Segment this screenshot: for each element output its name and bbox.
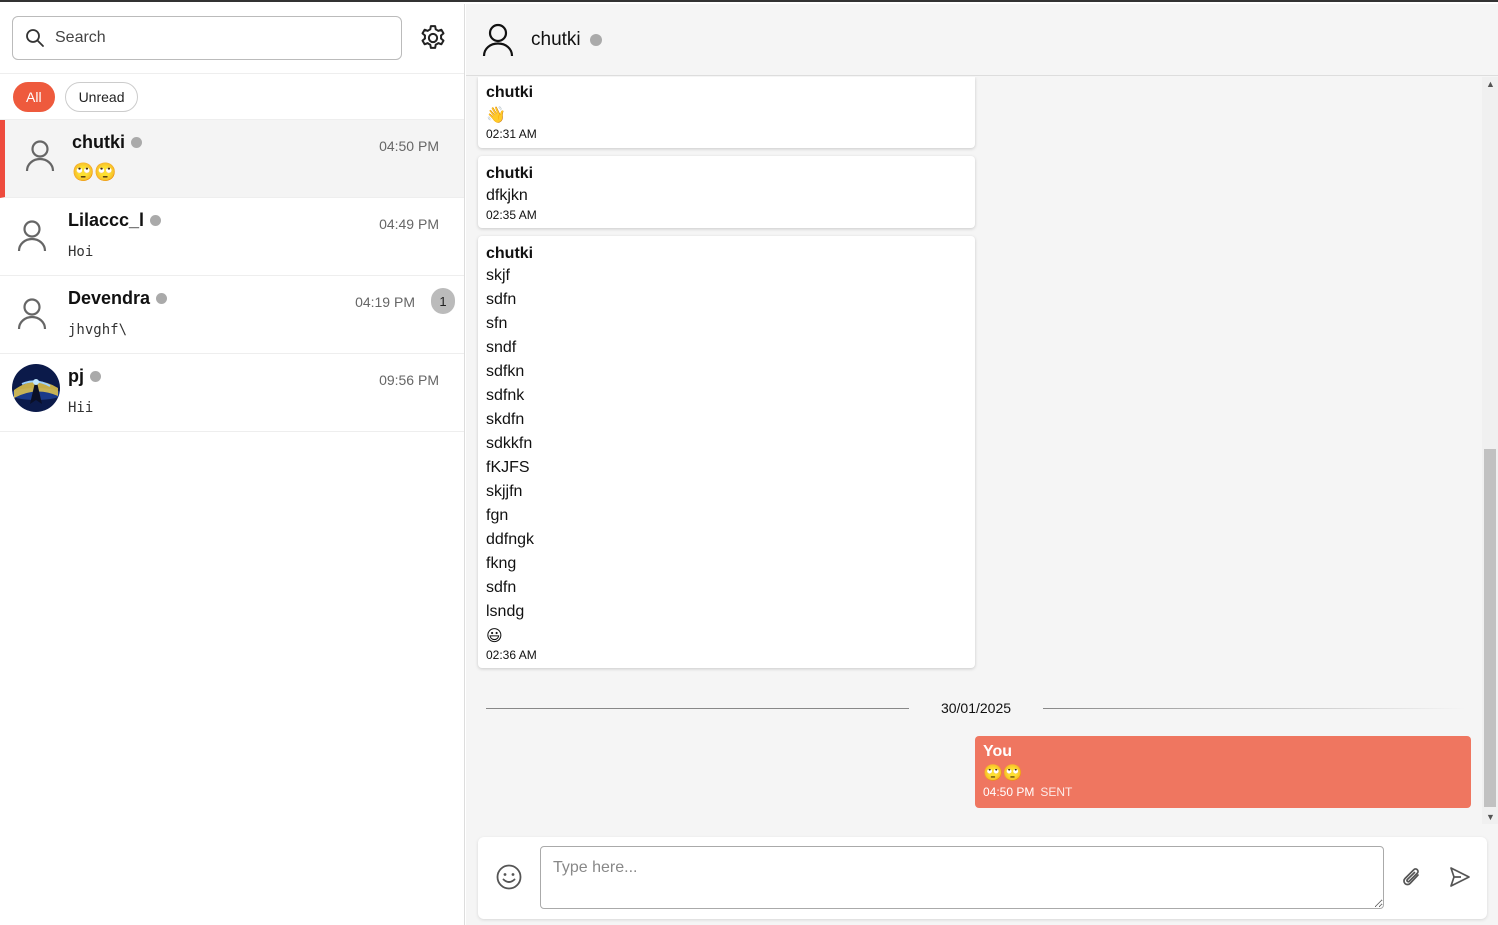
divider [486,707,909,709]
date-separator: 30/01/2025 [486,698,1467,718]
message-bubble: chutki 👋 02:31 AM [478,77,975,148]
conversation-name: chutki [72,132,143,153]
message-time: 02:31 AM [486,127,537,141]
sidebar: All Unread chutki 04:50 PM 🙄🙄 Lilaccc_l … [0,4,465,925]
conversation-name-text: chutki [72,132,126,152]
message-text: sndf [486,339,517,356]
message-text: 👋 [486,105,506,124]
message-composer [478,837,1487,919]
message-text: fgn [486,507,509,524]
scroll-down-arrow-icon[interactable]: ▼ [1486,812,1495,822]
status-dot [90,371,101,382]
chat-title-text: chutki [531,29,581,50]
message-text: fkng [486,555,517,572]
user-avatar-icon [17,220,47,252]
scrollbar-thumb[interactable] [1484,449,1496,807]
message-meta: 04:50 PM SENT [983,785,1463,799]
conversation-name-text: Devendra [68,288,151,308]
search-row [0,4,464,74]
message-text: fKJFS [486,459,530,476]
conversation-preview: Hoi [68,244,94,260]
conversation-name: Lilaccc_l [68,210,162,231]
status-dot [589,34,602,46]
message-text: sdfnk [486,387,525,404]
send-icon[interactable] [1448,865,1472,889]
message-time: 04:50 PM [983,785,1035,799]
conversation-preview: Hii [68,400,94,416]
conversation-name: pj [68,366,101,387]
conversation-item-devendra[interactable]: Devendra 04:19 PM 1 jhvghf\ [0,276,464,354]
unread-badge: 1 [431,288,455,314]
user-avatar-icon [25,140,55,172]
filter-all-chip[interactable]: All [13,81,55,112]
search-icon [26,29,44,47]
avatar [12,364,60,412]
message-text: sfn [486,315,508,332]
search-input[interactable] [55,29,375,47]
message-sender: chutki [486,165,534,182]
message-sender: You [983,743,1013,760]
message-time: 02:35 AM [486,208,537,222]
conversation-preview: 🙄🙄 [72,162,117,183]
scroll-up-arrow-icon[interactable]: ▲ [1486,79,1495,89]
conversation-preview: jhvghf\ [68,322,128,338]
message-bubble: chutki dfkjkn 02:35 AM [478,156,975,228]
conversation-item-chutki[interactable]: chutki 04:50 PM 🙄🙄 [0,120,464,198]
message-text: 😃 [486,626,503,645]
status-dot [150,215,162,226]
message-text: skjf [486,267,510,284]
message-text: sdfn [486,579,517,596]
status-dot [131,137,143,148]
message-bubble: chutki skjf sdfn sfn sndf sdfkn sdfnk sk… [478,236,975,668]
outgoing-message-bubble: You 🙄🙄 04:50 PM SENT [975,736,1471,808]
message-input[interactable] [540,846,1384,909]
user-avatar-icon [482,23,514,57]
scrollbar[interactable]: ▲ ▼ [1482,77,1498,824]
message-status: SENT [1040,785,1073,799]
conversation-name: Devendra [68,288,168,309]
chat-header: chutki [466,4,1498,76]
avatar-image [12,364,60,412]
message-list: chutki 👋 02:31 AM chutki dfkjkn 02:35 AM… [466,77,1498,823]
filter-unread-chip[interactable]: Unread [64,81,139,112]
search-box[interactable] [12,16,402,60]
filter-bar: All Unread [0,74,464,120]
conversation-time: 04:19 PM [355,294,415,310]
message-sender: chutki [486,245,534,262]
paperclip-icon[interactable] [1400,865,1424,891]
status-dot [156,293,168,304]
conversation-name-text: pj [68,366,84,386]
chat-title: chutki [531,29,602,51]
message-text: skjjfn [486,483,523,500]
date-label: 30/01/2025 [940,700,1012,716]
conversation-time: 04:49 PM [379,216,439,232]
message-text: 🙄🙄 [983,763,1023,782]
message-text: ddfngk [486,531,535,548]
conversation-item-lilaccc[interactable]: Lilaccc_l 04:49 PM Hoi [0,198,464,276]
message-sender: chutki [486,84,534,101]
message-text: lsndg [486,603,525,620]
conversation-time: 09:56 PM [379,372,439,388]
gear-icon[interactable] [418,23,448,53]
divider [1043,707,1467,709]
emoji-icon[interactable] [496,864,522,890]
chat-panel: chutki chutki 👋 02:31 AM chutki dfkjkn 0… [466,4,1498,925]
conversation-time: 04:50 PM [379,138,439,154]
conversation-name-text: Lilaccc_l [68,210,145,230]
message-time: 02:36 AM [486,648,537,662]
message-text: sdkkfn [486,435,533,452]
conversation-item-pj[interactable]: pj 09:56 PM Hii [0,354,464,432]
message-text: sdfn [486,291,517,308]
message-text: dfkjkn [486,187,528,204]
message-text: skdfn [486,411,525,428]
user-avatar-icon [17,298,47,330]
message-text: sdfkn [486,363,525,380]
